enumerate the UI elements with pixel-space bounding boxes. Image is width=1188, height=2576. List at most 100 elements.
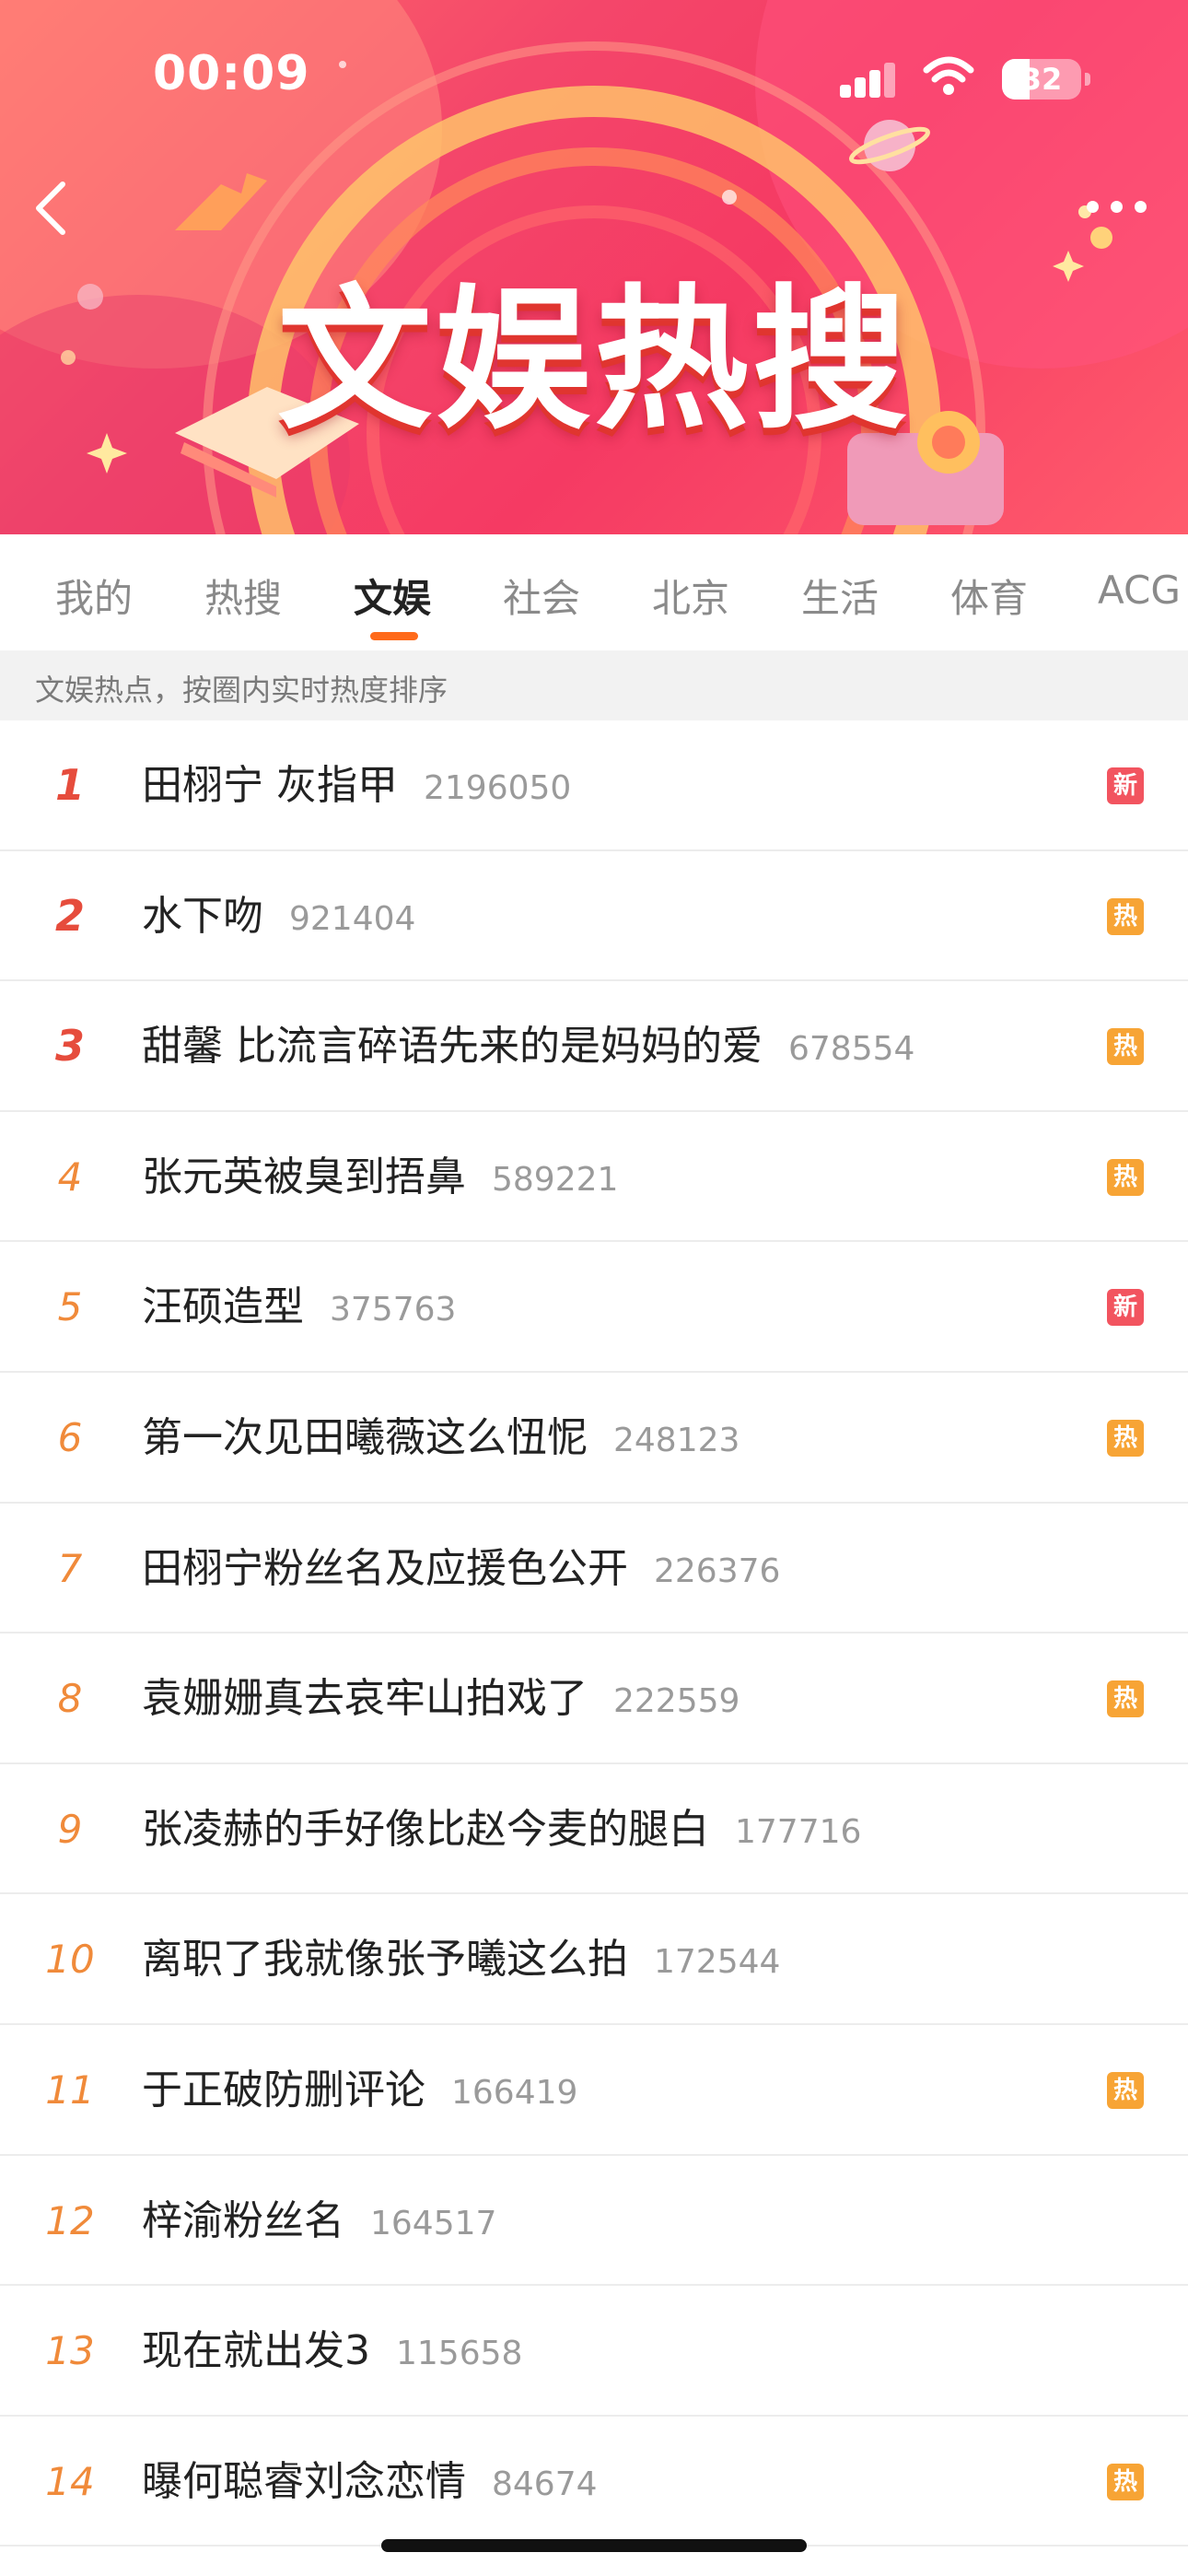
tab-beijing[interactable]: 北京 bbox=[652, 568, 729, 624]
list-item[interactable]: 10 离职了我就像张予曦这么拍 172544 bbox=[0, 1894, 1188, 2025]
rank-number: 9 bbox=[57, 1806, 83, 1852]
list-item[interactable]: 4 张元英被臭到捂鼻 589221 热 bbox=[0, 1112, 1188, 1243]
item-title: 张元英被臭到捂鼻 bbox=[142, 1153, 466, 1200]
item-title: 张凌赫的手好像比赵今麦的腿白 bbox=[142, 1805, 709, 1853]
hot-search-list: 1 田栩宁 灰指甲 2196050 新 2 水下吻 921404 热 3 甜馨 比流… bbox=[0, 720, 1188, 2547]
list-item[interactable]: 3 甜馨 比流言碎语先来的是妈妈的爱 678554 热 bbox=[0, 981, 1188, 1112]
status-bar: 00:09 32 bbox=[0, 0, 1188, 157]
item-text: 于正破防删评论 166419 bbox=[142, 2025, 577, 2156]
rank-number: 2 bbox=[54, 890, 85, 941]
page-title: 文娱热搜 bbox=[277, 270, 911, 451]
hot-badge: 热 bbox=[1107, 2071, 1144, 2109]
active-tab-indicator bbox=[370, 632, 418, 640]
item-heat-count: 248123 bbox=[613, 1421, 740, 1459]
item-text: 田栩宁粉丝名及应援色公开 226376 bbox=[142, 1504, 780, 1634]
new-badge: 新 bbox=[1107, 767, 1144, 804]
item-heat-count: 226376 bbox=[654, 1551, 781, 1590]
item-title: 袁姗姗真去哀牢山拍戏了 bbox=[142, 1675, 588, 1723]
item-text: 梓渝粉丝名 164517 bbox=[142, 2156, 496, 2287]
list-item[interactable]: 14 曝何聪睿刘念恋情 84674 热 bbox=[0, 2417, 1188, 2547]
item-text: 田栩宁 灰指甲 2196050 bbox=[142, 720, 571, 851]
list-item[interactable]: 7 田栩宁粉丝名及应援色公开 226376 bbox=[0, 1504, 1188, 1634]
rank-number: 4 bbox=[57, 1153, 83, 1200]
item-title: 田栩宁粉丝名及应援色公开 bbox=[142, 1544, 628, 1592]
tab-sports[interactable]: 体育 bbox=[950, 568, 1028, 624]
item-text: 第一次见田曦薇这么忸怩 248123 bbox=[142, 1373, 740, 1504]
rank-number: 10 bbox=[45, 1937, 95, 1983]
battery-level: 32 bbox=[1020, 62, 1063, 97]
item-title: 于正破防删评论 bbox=[142, 2066, 425, 2113]
item-title: 甜馨 比流言碎语先来的是妈妈的爱 bbox=[142, 1023, 763, 1071]
battery-tip bbox=[1085, 73, 1090, 86]
item-heat-count: 84674 bbox=[492, 2465, 598, 2503]
hot-badge: 热 bbox=[1107, 897, 1144, 935]
list-item[interactable]: 11 于正破防删评论 166419 热 bbox=[0, 2025, 1188, 2156]
item-heat-count: 172544 bbox=[654, 1943, 781, 1982]
section-description: 文娱热点，按圈内实时热度排序 bbox=[0, 650, 1188, 720]
item-title: 田栩宁 灰指甲 bbox=[142, 762, 398, 809]
hot-badge: 热 bbox=[1107, 1680, 1144, 1718]
list-item[interactable]: 8 袁姗姗真去哀牢山拍戏了 222559 热 bbox=[0, 1633, 1188, 1764]
item-text: 张凌赫的手好像比赵今麦的腿白 177716 bbox=[142, 1764, 861, 1895]
status-time: 00:09 bbox=[153, 46, 310, 101]
tab-society[interactable]: 社会 bbox=[503, 568, 580, 624]
rank-number: 8 bbox=[57, 1676, 83, 1722]
header-banner: 00:09 32 文娱热搜 bbox=[0, 0, 1188, 534]
rank-number: 12 bbox=[45, 2197, 95, 2243]
section-description-text: 文娱热点，按圈内实时热度排序 bbox=[35, 673, 448, 708]
item-title: 离职了我就像张予曦这么拍 bbox=[142, 1936, 628, 1984]
item-heat-count: 115658 bbox=[396, 2335, 523, 2373]
tab-life[interactable]: 生活 bbox=[801, 568, 879, 624]
hot-badge: 热 bbox=[1107, 1158, 1144, 1196]
item-text: 袁姗姗真去哀牢山拍戏了 222559 bbox=[142, 1633, 740, 1764]
hot-badge: 热 bbox=[1107, 1028, 1144, 1066]
tab-entertainment[interactable]: 文娱 bbox=[354, 568, 431, 624]
list-item[interactable]: 5 汪硕造型 375763 新 bbox=[0, 1242, 1188, 1373]
item-title: 水下吻 bbox=[142, 892, 263, 940]
hot-badge: 热 bbox=[1107, 2463, 1144, 2500]
category-tabs: 我的 热搜 文娱 社会 北京 生活 体育 ACG bbox=[0, 534, 1188, 650]
rank-number: 13 bbox=[45, 2328, 95, 2374]
item-text: 张元英被臭到捂鼻 589221 bbox=[142, 1112, 618, 1243]
item-title: 现在就出发3 bbox=[142, 2327, 370, 2375]
item-text: 现在就出发3 115658 bbox=[142, 2286, 522, 2417]
item-text: 甜馨 比流言碎语先来的是妈妈的爱 678554 bbox=[142, 981, 914, 1112]
list-item[interactable]: 2 水下吻 921404 热 bbox=[0, 851, 1188, 982]
rank-number: 5 bbox=[57, 1284, 83, 1330]
wifi-icon bbox=[923, 56, 974, 95]
cellular-signal-icon bbox=[840, 61, 897, 98]
new-badge: 新 bbox=[1107, 1289, 1144, 1327]
list-item[interactable]: 1 田栩宁 灰指甲 2196050 新 bbox=[0, 720, 1188, 851]
hot-badge: 热 bbox=[1107, 1419, 1144, 1457]
list-item[interactable]: 6 第一次见田曦薇这么忸怩 248123 热 bbox=[0, 1373, 1188, 1504]
back-arrow-icon[interactable] bbox=[22, 175, 77, 240]
item-heat-count: 375763 bbox=[330, 1291, 457, 1329]
tab-hot-search[interactable]: 热搜 bbox=[204, 568, 282, 624]
item-heat-count: 166419 bbox=[451, 2073, 578, 2112]
tab-mine[interactable]: 我的 bbox=[55, 568, 133, 624]
rank-number: 1 bbox=[54, 760, 85, 810]
item-heat-count: 921404 bbox=[289, 899, 416, 938]
item-heat-count: 678554 bbox=[788, 1030, 915, 1069]
item-text: 汪硕造型 375763 bbox=[142, 1242, 456, 1373]
more-options-icon[interactable] bbox=[1083, 190, 1157, 227]
item-heat-count: 222559 bbox=[613, 1682, 740, 1721]
home-indicator bbox=[381, 2539, 807, 2552]
item-title: 第一次见田曦薇这么忸怩 bbox=[142, 1413, 588, 1461]
list-item[interactable]: 12 梓渝粉丝名 164517 bbox=[0, 2156, 1188, 2287]
item-text: 离职了我就像张予曦这么拍 172544 bbox=[142, 1894, 780, 2025]
list-item[interactable]: 9 张凌赫的手好像比赵今麦的腿白 177716 bbox=[0, 1764, 1188, 1895]
rank-number: 14 bbox=[45, 2458, 95, 2504]
item-heat-count: 177716 bbox=[735, 1812, 862, 1851]
list-item[interactable]: 13 现在就出发3 115658 bbox=[0, 2286, 1188, 2417]
rank-number: 7 bbox=[57, 1545, 83, 1591]
item-title: 曝何聪睿刘念恋情 bbox=[142, 2457, 466, 2505]
item-text: 曝何聪睿刘念恋情 84674 bbox=[142, 2417, 598, 2547]
rank-number: 3 bbox=[54, 1021, 85, 1071]
item-heat-count: 164517 bbox=[370, 2204, 497, 2242]
tab-acg[interactable]: ACG bbox=[1098, 568, 1181, 613]
item-heat-count: 2196050 bbox=[424, 769, 572, 807]
rank-number: 6 bbox=[57, 1414, 83, 1460]
item-heat-count: 589221 bbox=[492, 1160, 619, 1199]
item-text: 水下吻 921404 bbox=[142, 851, 415, 982]
